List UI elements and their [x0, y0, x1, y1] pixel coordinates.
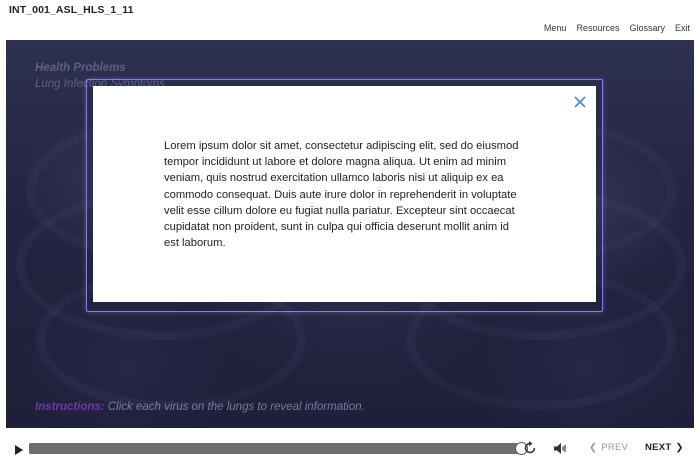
close-button[interactable]: [570, 92, 590, 112]
nav-exit[interactable]: Exit: [675, 23, 690, 33]
progress-fill: [29, 443, 521, 454]
volume-icon: [554, 443, 566, 454]
replay-icon: [524, 441, 536, 454]
play-button[interactable]: [14, 443, 24, 455]
prev-button[interactable]: ❮ PREV: [588, 442, 628, 453]
play-icon: [15, 445, 23, 455]
close-icon: [574, 96, 586, 108]
player-bar: ❮ PREV NEXT ❯: [0, 428, 700, 470]
progress-bar[interactable]: [29, 442, 528, 455]
volume-button[interactable]: [553, 442, 567, 455]
prev-label: PREV: [601, 442, 629, 453]
slide-title: Health Problems: [35, 62, 126, 74]
next-label: NEXT: [645, 442, 672, 453]
instructions-lead: Instructions:: [35, 401, 105, 413]
top-nav: Menu Resources Glossary Exit: [544, 23, 690, 33]
nav-menu[interactable]: Menu: [544, 23, 567, 33]
info-modal: Lorem ipsum dolor sit amet, consectetur …: [93, 86, 596, 302]
chevron-right-icon: ❯: [675, 442, 684, 453]
next-button[interactable]: NEXT ❯: [645, 442, 685, 453]
modal-body-text: Lorem ipsum dolor sit amet, consectetur …: [164, 140, 519, 250]
instructions: Instructions: Click each virus on the lu…: [35, 401, 365, 413]
chevron-left-icon: ❮: [589, 442, 598, 453]
replay-button[interactable]: [523, 441, 537, 455]
course-id: INT_001_ASL_HLS_1_11: [9, 4, 134, 16]
nav-glossary[interactable]: Glossary: [629, 23, 665, 33]
nav-resources[interactable]: Resources: [576, 23, 619, 33]
instructions-text: Click each virus on the lungs to reveal …: [107, 401, 365, 413]
